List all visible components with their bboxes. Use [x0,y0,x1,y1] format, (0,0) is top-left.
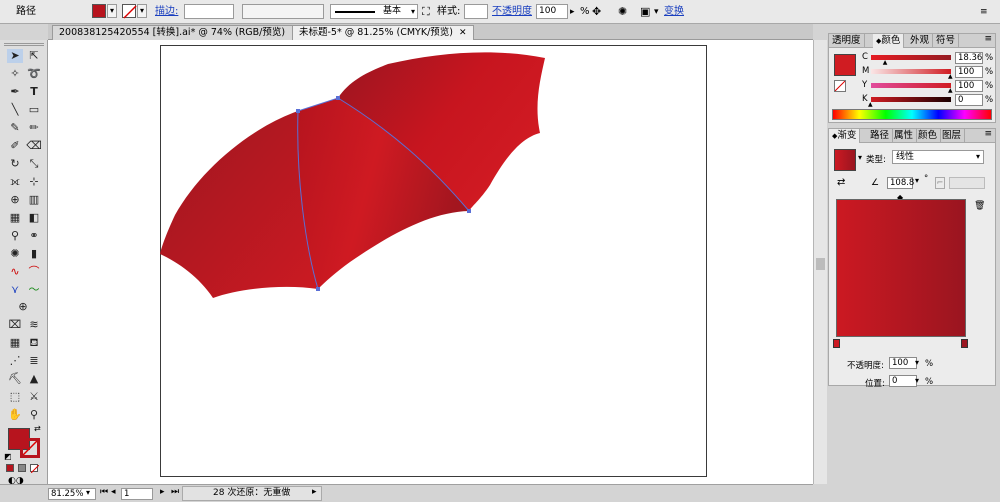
input-c[interactable]: 18.36 [955,52,983,64]
first-artboard-icon[interactable]: ⏮ [100,487,108,497]
unit-k: % [985,95,994,105]
vertical-scrollbar[interactable] [813,40,827,484]
chevron-down-icon[interactable]: ▾ [858,153,862,162]
gradient-panel: ◆渐变 路径 属性 颜色 图层 ≡ ▾ 类型: 线性 ▾ ⇄ ∠ 108.8 ▾… [828,128,996,389]
gradient-preview-swatch[interactable] [834,149,856,171]
tab-attributes[interactable]: 属性 [891,129,918,143]
aspect-ratio-input[interactable] [949,177,985,189]
gradient-type-value: 线性 [896,152,915,162]
anchor-point[interactable] [467,209,471,213]
anchor-point[interactable] [316,287,320,291]
tab-appearance[interactable]: 外观 [907,34,934,48]
no-stroke-icon [834,80,846,92]
panel-menu-icon[interactable]: ≡ [984,34,992,44]
panel-menu-icon[interactable]: ≡ [984,129,992,139]
angle-icon: ∠ [871,178,880,188]
input-m[interactable]: 100 [955,66,983,78]
tab-color-guide[interactable]: 颜色 [915,129,942,143]
previous-artboard-icon[interactable]: ◂ [111,487,116,497]
tab-color[interactable]: ◆颜色 [873,34,905,48]
angle-dropdown-icon[interactable]: ▾ [915,176,919,185]
type-label: 类型: [866,155,886,165]
slider-k[interactable] [871,97,951,102]
input-y[interactable]: 100 [955,80,983,92]
gradient-stop-end[interactable] [961,339,968,348]
slider-thumb-m[interactable]: ▲ [948,74,954,80]
tab-symbols[interactable]: 符号 [933,34,960,48]
scroll-thumb[interactable] [816,258,825,270]
stop-opacity-input[interactable]: 100 [889,357,917,369]
gradient-slider-preview[interactable] [836,199,966,337]
angle-input[interactable]: 108.8 [887,177,914,189]
unit-c: % [985,53,994,63]
stroke-color-box[interactable] [834,80,846,92]
anchor-point[interactable] [296,109,300,113]
chevron-down-icon[interactable]: ▾ [915,376,919,385]
input-k[interactable]: 0 [955,94,983,106]
slider-thumb-y[interactable]: ▲ [948,88,954,94]
status-menu-icon[interactable]: ▸ [312,487,317,497]
stop-location-input[interactable]: 0 [889,375,917,387]
stop-location-unit: % [925,377,934,387]
delete-stop-icon[interactable]: 🗑 [974,201,985,211]
last-artboard-icon[interactable]: ⏭ [171,487,179,497]
angle-unit: ° [924,174,929,184]
tab-pathfinder[interactable]: 路径 [867,129,894,143]
stop-location-label: 位置: [865,379,885,389]
tab-layers[interactable]: 图层 [939,129,966,143]
slider-m[interactable] [871,69,951,74]
stop-opacity-label: 不透明度: [847,361,884,371]
next-artboard-icon[interactable]: ▸ [160,487,165,497]
stop-opacity-unit: % [925,359,934,369]
umbrella-panel-left[interactable] [160,111,318,298]
channel-label-c: C [862,52,868,62]
artboard-number-input[interactable]: 1 [121,488,153,500]
color-panel-tabs: 透明度 ◆颜色 外观 符号 ≡ [829,34,995,48]
channel-label-m: M [862,66,870,76]
tab-transparency[interactable]: 透明度 [829,34,865,48]
fill-color-box[interactable] [834,54,856,76]
gradient-stop-start[interactable] [833,339,840,348]
slider-thumb-k[interactable]: ▲ [868,102,874,108]
anchor-point[interactable] [336,96,340,100]
color-spectrum[interactable] [832,109,992,120]
status-bar: 81.25% ▾ ⏮ ◂ 1 ▸ ⏭ 28 次还原：无重做 ▸ [0,484,813,502]
unit-m: % [985,67,994,77]
status-info: 28 次还原：无重做 [182,486,322,501]
slider-y[interactable] [871,83,951,88]
aspect-ratio-icon[interactable]: ⌐ [935,177,945,189]
reverse-gradient-icon[interactable]: ⇄ [837,177,845,188]
tab-gradient[interactable]: ◆渐变 [829,129,861,143]
chevron-down-icon: ▾ [975,152,980,161]
chevron-down-icon[interactable]: ▾ [915,358,919,367]
slider-thumb-c[interactable]: ▲ [883,60,889,66]
channel-label-k: K [862,94,868,104]
gradient-type-dropdown[interactable]: 线性 ▾ [892,150,984,164]
color-panel: 透明度 ◆颜色 外观 符号 ≡ C 18.36 % M 100 % Y 100 … [828,33,996,123]
unit-y: % [985,81,994,91]
gradient-panel-tabs: ◆渐变 路径 属性 颜色 图层 ≡ [829,129,995,143]
channel-label-y: Y [862,80,868,90]
chevron-down-icon[interactable]: ▾ [86,488,90,497]
